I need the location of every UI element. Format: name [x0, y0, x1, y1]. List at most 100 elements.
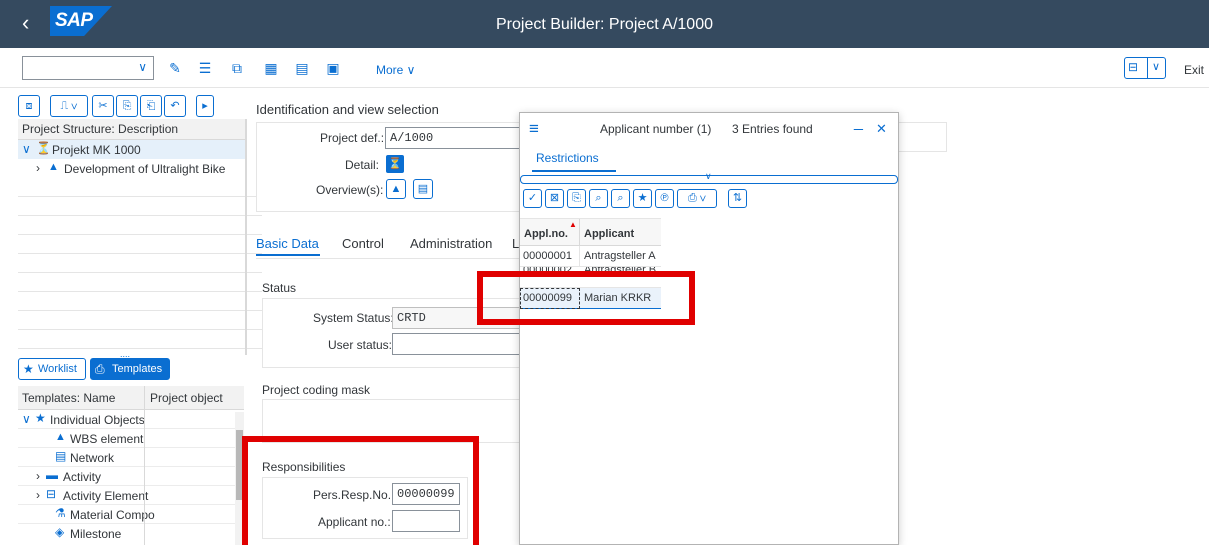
copy-icon[interactable]: ⎘	[116, 95, 138, 117]
project-def-label: Project def.:	[320, 131, 385, 145]
wbs-element-icon: ▲	[55, 431, 66, 443]
template-row[interactable]: › ▬ Activity	[18, 467, 244, 486]
template-row[interactable]: ∨ ★ Individual Objects	[18, 410, 244, 429]
tab-restrictions[interactable]: Restrictions	[536, 151, 599, 165]
templates-header: Templates: Name Project object	[18, 386, 244, 410]
milestone-icon: ◈	[55, 525, 65, 539]
chevron-down-icon: ∨	[1152, 61, 1161, 73]
search-icon[interactable]: ⌕	[589, 189, 608, 208]
material-component-icon: ⚗	[55, 506, 66, 520]
chevron-right-icon[interactable]: ›	[36, 161, 40, 175]
templates-button[interactable]: ⎙ Templates	[90, 358, 170, 380]
hint-icon[interactable]: ℗	[655, 189, 674, 208]
align-icon[interactable]: ☰	[196, 59, 214, 77]
template-row[interactable]: › ⊟ Activity Element	[18, 486, 244, 505]
star-icon: ★	[23, 362, 34, 376]
expand-restrictions-bar[interactable]: ∨	[520, 171, 898, 184]
structure-header: Project Structure: Description	[18, 119, 246, 140]
network-icon: ▤	[55, 449, 67, 463]
chevron-down-icon[interactable]: ∨	[22, 142, 31, 156]
grid-icon[interactable]: ▦	[262, 59, 280, 77]
result-header: Appl.no. ▲ Applicant	[520, 218, 661, 246]
ident-title: Identification and view selection	[256, 102, 439, 117]
result-row[interactable]: 00000001 Antragsteller A	[520, 246, 661, 267]
highlight-responsibilities	[242, 436, 479, 545]
activity-icon: ▬	[46, 468, 58, 482]
chevron-down-icon[interactable]: ∨	[138, 60, 147, 74]
templates-icon: ⎙	[95, 362, 105, 376]
cut-icon[interactable]: ✂	[92, 95, 114, 117]
detail-project-icon[interactable]: ⏳	[386, 155, 404, 173]
restrictions-underline	[532, 170, 616, 172]
tab-underline	[256, 254, 320, 256]
favorite-icon[interactable]: ★	[633, 189, 652, 208]
search-more-icon[interactable]: ⌕	[611, 189, 630, 208]
toolbar: ∨ ✎ ☰ ⧉ ▦ ▤ ▣ More ∨ ⊟ ∨ Exit	[0, 48, 1209, 88]
tree-row-project[interactable]: ∨ ⏳ Projekt MK 1000	[18, 140, 246, 159]
minimize-icon[interactable]: _	[854, 114, 863, 132]
structure-toolbar: ⧈ ⎍ ∨ ✂ ⎘ ⎗ ↶ ▸	[18, 95, 246, 119]
table-icon[interactable]: ▣	[324, 59, 342, 77]
tab-basic-data[interactable]: Basic Data	[256, 236, 319, 251]
print-menu-button[interactable]: ⎙ ∨	[677, 189, 717, 208]
network-overview-icon[interactable]: ▤	[413, 179, 433, 199]
dialog-entries: 3 Entries found	[732, 122, 813, 136]
cancel-icon[interactable]: ⊠	[545, 189, 564, 208]
project-def-field[interactable]: A/1000	[385, 127, 521, 149]
tree-label: Projekt MK 1000	[52, 143, 141, 157]
coding-mask-title: Project coding mask	[262, 383, 371, 397]
sort-ascending-icon: ▲	[569, 220, 577, 229]
more-icon[interactable]: ▸	[196, 95, 214, 117]
menu-icon[interactable]: ≡	[529, 119, 539, 139]
system-status-label: System Status:	[313, 311, 394, 325]
pen-icon[interactable]: ✎	[166, 59, 184, 77]
chevron-right-icon[interactable]: ›	[36, 469, 40, 483]
undo-icon[interactable]: ↶	[164, 95, 186, 117]
paste-icon[interactable]: ⎗	[140, 95, 162, 117]
tab-control[interactable]: Control	[342, 236, 384, 251]
create-menu-button[interactable]: ⎍ ∨	[50, 95, 88, 117]
tree-icon[interactable]: ⧈	[18, 95, 40, 117]
tab-administration[interactable]: Administration	[410, 236, 492, 251]
structure-header-label: Project Structure: Description	[22, 122, 179, 136]
command-combo[interactable]: ∨	[22, 56, 154, 80]
ident-section-right	[899, 122, 947, 152]
templates-list: ∨ ★ Individual Objects ▲ WBS element ▤ N…	[18, 410, 244, 545]
shell-bar: ‹ SAP Project Builder: Project A/1000	[0, 0, 1209, 48]
chevron-down-icon[interactable]: ∨	[22, 412, 31, 426]
personalize-icon: ⊟	[1128, 60, 1139, 74]
templates-col-object: Project object	[150, 391, 223, 405]
worklist-button[interactable]: ★ Worklist	[18, 358, 86, 380]
chart-icon[interactable]: ▤	[293, 59, 311, 77]
tree-label: Development of Ultralight Bike	[64, 162, 226, 176]
activity-element-icon: ⊟	[46, 487, 57, 501]
highlight-selected-entry	[477, 271, 695, 325]
hierarchy-icon[interactable]: ⧉	[228, 59, 246, 77]
more-menu[interactable]: More ∨	[376, 63, 415, 77]
structure-scrollbar[interactable]	[245, 119, 247, 355]
settings-menu-button[interactable]: ⊟ ∨	[1124, 57, 1166, 79]
template-row[interactable]: ⚗ Material Compo	[18, 505, 244, 524]
chevron-right-icon[interactable]: ›	[36, 488, 40, 502]
col-applicant[interactable]: Applicant	[584, 228, 634, 240]
copy-icon[interactable]: ⎘	[567, 189, 586, 208]
template-row[interactable]: ◈ Milestone	[18, 524, 244, 543]
overview-label: Overview(s):	[316, 183, 384, 197]
tree-row-wbs[interactable]: › ▲ Development of Ultralight Bike	[18, 159, 246, 178]
app-title: Project Builder: Project A/1000	[495, 16, 713, 33]
wbs-overview-icon[interactable]: ▲	[386, 179, 406, 199]
close-icon[interactable]: ✕	[876, 121, 887, 137]
status-title: Status	[262, 281, 297, 295]
exit-button[interactable]: Exit	[1184, 63, 1204, 77]
sort-icon[interactable]: ⇅	[728, 189, 747, 208]
project-icon: ⏳	[36, 141, 51, 155]
template-row[interactable]: ▲ WBS element	[18, 429, 244, 448]
dialog-title: Applicant number (1)	[600, 122, 712, 136]
star-icon: ★	[35, 411, 46, 425]
col-applno[interactable]: Appl.no.	[524, 228, 568, 240]
templates-col-name: Templates: Name	[22, 391, 116, 405]
confirm-icon[interactable]: ✓	[523, 189, 542, 208]
user-status-label: User status:	[328, 338, 393, 352]
template-row[interactable]: ▤ Network	[18, 448, 244, 467]
user-status-field[interactable]	[392, 333, 520, 355]
